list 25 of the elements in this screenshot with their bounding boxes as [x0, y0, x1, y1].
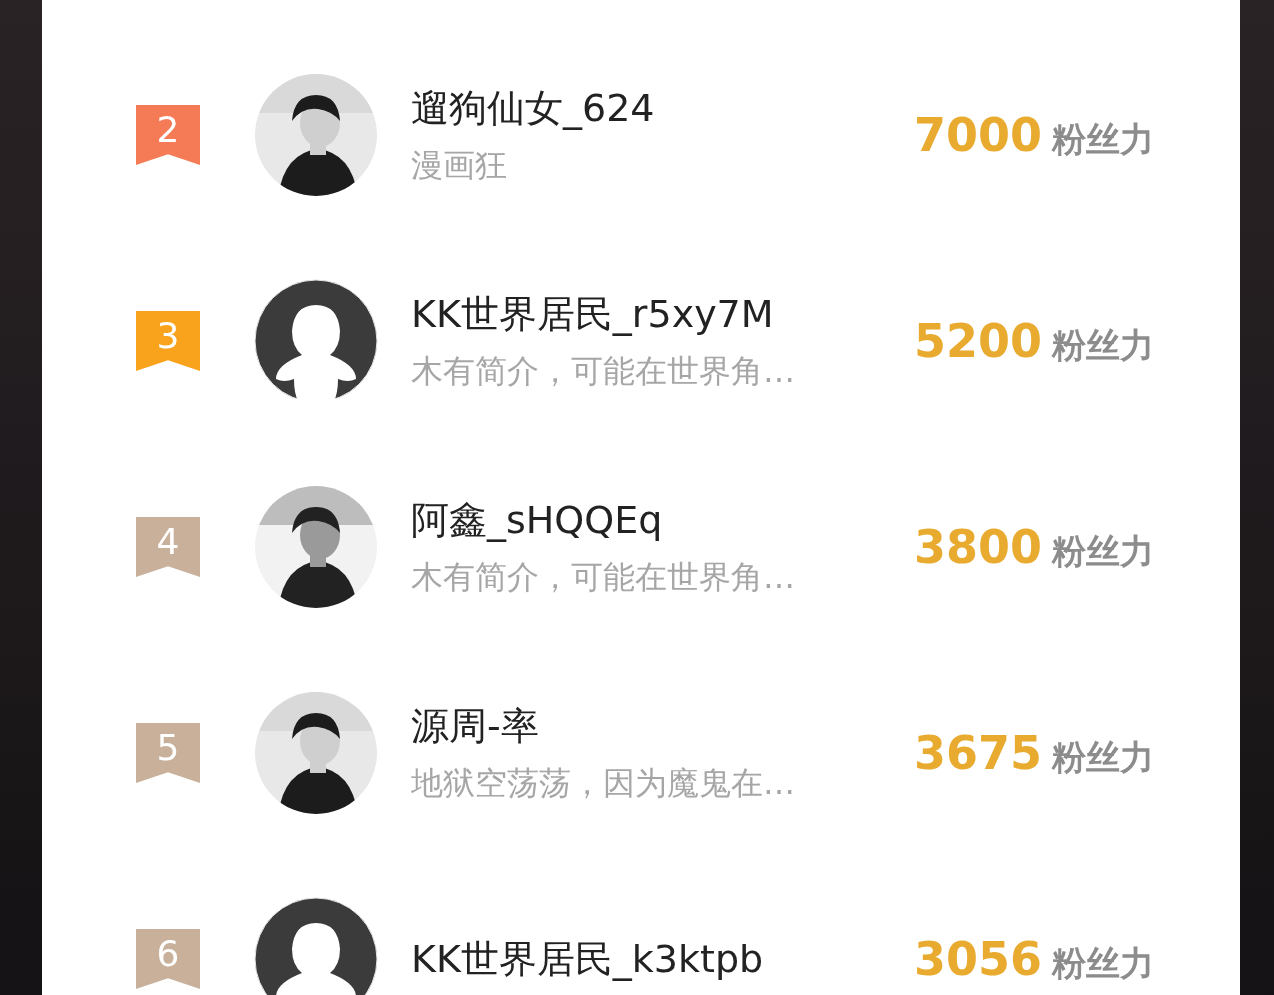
user-bio: 木有简介，可能在世界角… [411, 556, 795, 598]
user-name[interactable]: 阿鑫_sHQQEq [411, 494, 663, 546]
fan-score-unit: 粉丝力 [1052, 529, 1154, 573]
rank-badge: 5 [136, 723, 200, 783]
fan-score: 7000 [913, 107, 1042, 162]
rank-badge: 6 [136, 929, 200, 989]
rank-badge: 3 [136, 311, 200, 371]
rank-badge: 2 [136, 105, 200, 165]
fan-score-unit: 粉丝力 [1052, 735, 1154, 779]
rank-badge: 4 [136, 517, 200, 577]
fan-score: 5200 [913, 313, 1042, 368]
fan-score: 3800 [913, 519, 1042, 574]
user-name[interactable]: KK世界居民_r5xy7M [411, 288, 774, 340]
user-name[interactable]: 遛狗仙女_624 [411, 82, 655, 134]
default-avatar-icon [254, 279, 378, 403]
user-name[interactable]: 源周-率 [411, 700, 539, 752]
fan-score-unit: 粉丝力 [1052, 323, 1154, 367]
user-bio: 漫画狂 [411, 144, 507, 186]
fan-score: 3675 [913, 725, 1042, 780]
fan-score-unit: 粉丝力 [1052, 941, 1154, 985]
fan-score: 3056 [913, 931, 1042, 986]
fan-score-unit: 粉丝力 [1052, 117, 1154, 161]
user-bio: 木有简介，可能在世界角… [411, 350, 795, 392]
user-name[interactable]: KK世界居民_k3ktpb [411, 933, 764, 985]
user-bio: 地狱空荡荡，因为魔鬼在… [411, 762, 795, 804]
